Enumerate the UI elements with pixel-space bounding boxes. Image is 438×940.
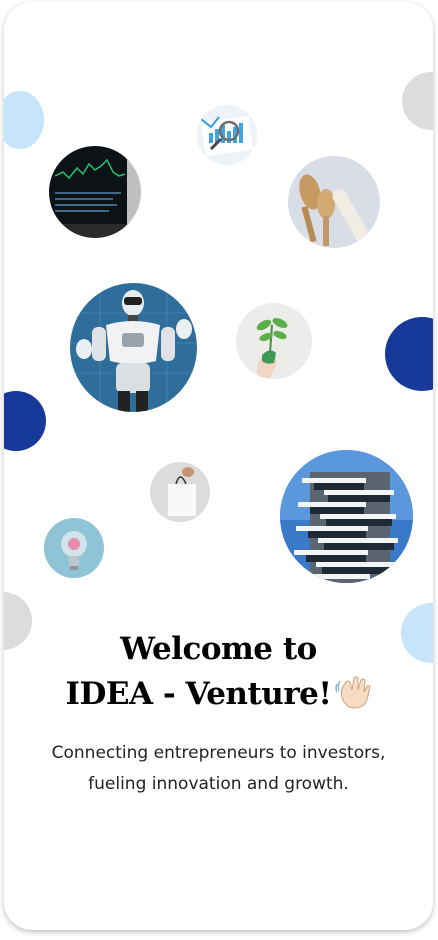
welcome-subtitle: Connecting entrepreneurs to investors, f… bbox=[4, 738, 433, 800]
welcome-heading: Welcome to IDEA - Venture! bbox=[4, 627, 433, 717]
image-plant-sprout-in-hand bbox=[236, 303, 312, 379]
welcome-screen: Welcome to IDEA - Venture! Connecting en… bbox=[4, 2, 433, 930]
decor-circle-light-blue-left bbox=[4, 91, 44, 149]
decor-circle-dark-blue-right bbox=[385, 317, 433, 391]
decor-circle-dark-blue-left bbox=[4, 391, 46, 451]
image-wooden-kitchen-utensils bbox=[288, 156, 380, 248]
image-white-shopping-bag bbox=[150, 462, 210, 522]
image-pink-lightbulb bbox=[44, 518, 104, 578]
welcome-heading-line2-wrap: IDEA - Venture! bbox=[4, 672, 433, 717]
waving-hand-icon bbox=[334, 672, 372, 710]
welcome-heading-line2: IDEA - Venture! bbox=[65, 676, 332, 712]
welcome-subtitle-line2: fueling innovation and growth. bbox=[88, 774, 349, 794]
welcome-heading-line1: Welcome to bbox=[120, 631, 317, 667]
welcome-subtitle-line1: Connecting entrepreneurs to investors, bbox=[51, 743, 386, 763]
image-analytics-report bbox=[197, 105, 257, 165]
image-stock-chart-laptop bbox=[49, 146, 141, 238]
decor-circle-gray-top-right bbox=[402, 72, 433, 130]
image-humanoid-robot bbox=[70, 283, 197, 412]
image-modern-building bbox=[280, 450, 413, 583]
